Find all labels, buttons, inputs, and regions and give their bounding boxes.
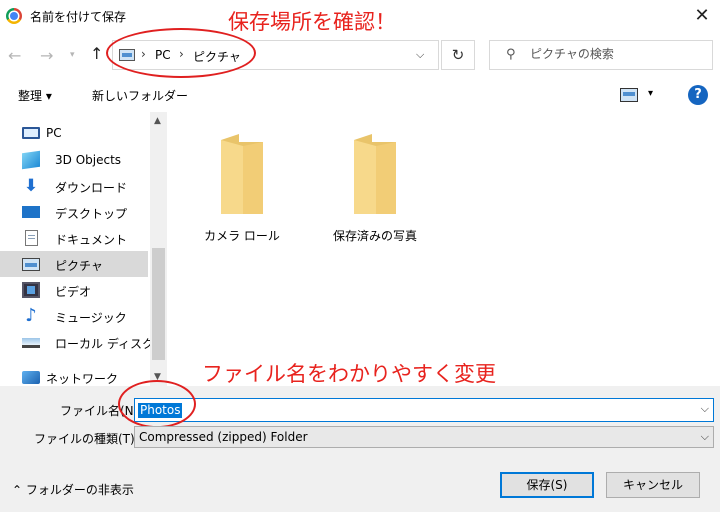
chevron-down-icon[interactable]: ⌵	[416, 48, 424, 62]
sidebar-item-label: ビデオ	[55, 285, 92, 299]
sidebar-item-label: デスクトップ	[55, 207, 128, 221]
new-folder-button[interactable]: 新しいフォルダー	[92, 87, 188, 104]
sidebar-item-label: PC	[46, 126, 62, 140]
cube-icon	[22, 150, 40, 170]
network-icon	[22, 371, 40, 384]
sidebar-item-network[interactable]: ネットワーク	[0, 364, 148, 386]
recent-locations-button[interactable]: ▾	[70, 50, 75, 60]
up-button[interactable]: ↑	[90, 44, 103, 63]
drive-icon	[22, 338, 40, 348]
help-button[interactable]: ?	[688, 85, 708, 105]
annotation-rename-file: ファイル名をわかりやすく変更	[202, 362, 496, 386]
view-options-icon[interactable]	[620, 88, 638, 102]
download-icon: ⬇	[23, 176, 39, 196]
document-icon	[25, 230, 38, 246]
toolbar: 整理 ▾ 新しいフォルダー ▾ ?	[0, 80, 720, 110]
monitor-icon	[22, 127, 40, 139]
search-box[interactable]: ⚲	[489, 40, 713, 70]
sidebar-item-downloads[interactable]: ⬇ ダウンロード	[0, 173, 148, 199]
back-button[interactable]: ←	[8, 46, 21, 65]
video-icon	[22, 282, 40, 298]
filetype-label: ファイルの種類(T):	[34, 432, 139, 446]
folder-icon	[354, 134, 396, 214]
forward-button[interactable]: →	[40, 46, 53, 65]
sidebar-item-3d-objects[interactable]: 3D Objects	[0, 147, 148, 173]
scroll-up-icon[interactable]: ▲	[154, 116, 161, 126]
folder-item[interactable]: 保存済みの写真	[320, 112, 430, 243]
file-list-pane: カメラ ロール 保存済みの写真	[167, 112, 720, 386]
chrome-icon	[6, 8, 22, 24]
chevron-down-icon[interactable]: ⌵	[701, 402, 709, 416]
refresh-button[interactable]: ↻	[441, 40, 475, 70]
scrollbar-thumb[interactable]	[152, 248, 165, 360]
annotation-confirm-location: 保存場所を確認！	[228, 10, 396, 34]
sidebar-item-label: ドキュメント	[55, 233, 128, 247]
breadcrumb-pc[interactable]: PC	[155, 48, 171, 62]
pictures-icon	[22, 258, 40, 271]
address-bar[interactable]: › PC › ピクチャ ⌵	[112, 40, 439, 70]
sidebar-item-label: ネットワーク	[46, 372, 119, 386]
pictures-icon	[119, 49, 135, 61]
cancel-button[interactable]: キャンセル	[606, 472, 700, 498]
breadcrumb-pictures[interactable]: ピクチャ	[193, 48, 241, 65]
filename-input[interactable]: Photos ⌵	[134, 398, 714, 422]
filetype-select[interactable]: Compressed (zipped) Folder ⌵	[134, 426, 714, 448]
filename-label: ファイル名(N):	[60, 404, 143, 418]
breadcrumb-separator[interactable]: ›	[179, 47, 184, 61]
folder-icon	[221, 134, 263, 214]
sidebar-item-videos[interactable]: ビデオ	[0, 277, 148, 303]
close-button[interactable]: ✕	[690, 4, 714, 28]
music-icon: ♪	[25, 305, 37, 326]
navigation-pane: PC 3D Objects ⬇ ダウンロード デスクトップ ドキュメント ピクチ…	[0, 112, 150, 386]
chevron-down-icon[interactable]: ⌵	[701, 430, 709, 444]
folder-item[interactable]: カメラ ロール	[187, 112, 297, 243]
window-title: 名前を付けて保存	[30, 10, 127, 24]
sidebar-item-label: 3D Objects	[55, 153, 122, 167]
scroll-down-icon[interactable]: ▼	[154, 372, 161, 382]
desktop-icon	[22, 206, 40, 218]
sidebar-item-documents[interactable]: ドキュメント	[0, 225, 148, 251]
sidebar-item-label: ピクチャ	[55, 259, 103, 273]
organize-button[interactable]: 整理 ▾	[18, 87, 52, 104]
search-input[interactable]	[530, 47, 700, 61]
sidebar-item-desktop[interactable]: デスクトップ	[0, 199, 148, 225]
sidebar-item-label: ローカル ディスク (C	[55, 337, 150, 351]
search-icon: ⚲	[506, 47, 516, 62]
view-dropdown-icon[interactable]: ▾	[648, 88, 653, 99]
sidebar-item-music[interactable]: ♪ ミュージック	[0, 303, 148, 329]
sidebar-item-pictures[interactable]: ピクチャ	[0, 251, 148, 277]
folder-label: 保存済みの写真	[332, 229, 417, 243]
save-button[interactable]: 保存(S)	[500, 472, 594, 498]
sidebar-item-label: ダウンロード	[55, 181, 128, 195]
breadcrumb-separator[interactable]: ›	[141, 47, 146, 61]
hide-folders-button[interactable]: ⌃ フォルダーの非表示	[12, 481, 134, 498]
filename-value[interactable]: Photos	[138, 403, 183, 418]
sidebar-item-label: ミュージック	[55, 311, 127, 325]
filetype-value: Compressed (zipped) Folder	[139, 430, 308, 444]
sidebar-item-pc[interactable]: PC	[0, 120, 148, 146]
folder-label: カメラ ロール	[204, 229, 280, 243]
sidebar-item-local-disk[interactable]: ローカル ディスク (C	[0, 329, 150, 355]
